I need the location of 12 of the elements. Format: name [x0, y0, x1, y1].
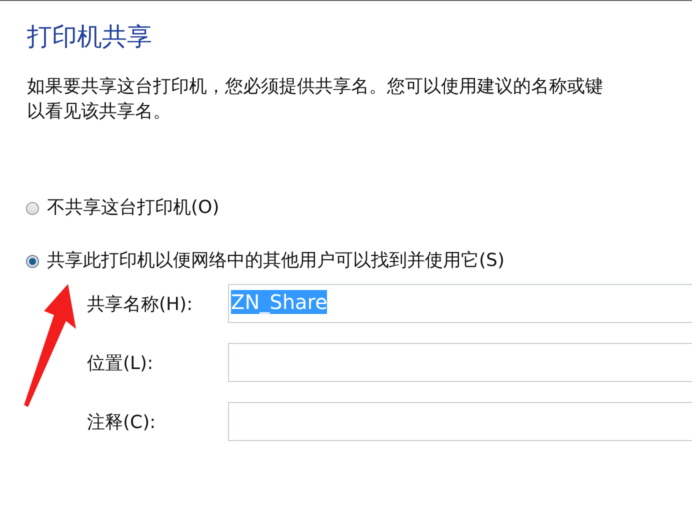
field-label: 位置(L): — [87, 352, 154, 374]
field-label: 共享名称(H): — [87, 292, 194, 316]
description-text: 以看见该共享名。 — [27, 100, 172, 124]
input-field[interactable] — [228, 343, 692, 382]
radio-label[interactable]: 共享此打印机以便网络中的其他用户可以找到并使用它(S) — [47, 248, 504, 274]
radio-label[interactable]: 不共享这台打印机(O) — [47, 195, 220, 221]
radio-button[interactable] — [26, 202, 39, 214]
field-label: 注释(C): — [87, 410, 157, 434]
dialog-title: 打印机共享 — [27, 21, 152, 53]
radio-button[interactable] — [26, 254, 39, 268]
description-text: 如果要共享这台打印机，您必须提供共享名。您可以使用建议的名称或键 — [27, 75, 604, 99]
input-field[interactable] — [228, 402, 692, 441]
